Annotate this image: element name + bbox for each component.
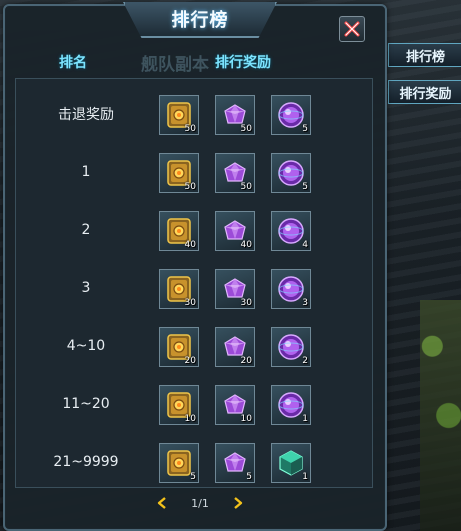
item-count: 5	[302, 182, 308, 192]
panel-title: 排行榜	[171, 10, 229, 31]
next-page-icon[interactable]	[231, 496, 245, 510]
reward-item-purple-orb[interactable]: 5	[271, 95, 311, 135]
reward-item-green-cube[interactable]: 1	[271, 443, 311, 483]
table-header: 排名 舰队副本 排行奖励	[15, 44, 375, 80]
background-foliage	[420, 300, 461, 531]
reward-item-gold-crate[interactable]: 20	[159, 327, 199, 367]
reward-item-purple-orb[interactable]: 4	[271, 211, 311, 251]
table-row: 2 40 40 4	[16, 201, 372, 259]
reward-item-gold-crate[interactable]: 40	[159, 211, 199, 251]
table-row: 11~20 10 10 1	[16, 375, 372, 433]
item-count: 10	[184, 414, 196, 424]
close-icon	[344, 21, 360, 37]
side-tab-ranking[interactable]: 排行榜	[388, 43, 461, 67]
rank-label: 11~20	[62, 396, 110, 412]
close-button[interactable]	[339, 16, 365, 42]
item-count: 5	[190, 472, 196, 482]
reward-item-gold-crate[interactable]: 10	[159, 385, 199, 425]
reward-item-gold-crate[interactable]: 30	[159, 269, 199, 309]
rank-label: 4~10	[66, 338, 106, 354]
table-row: 击退奖励 50 50 5	[16, 85, 372, 143]
item-count: 1	[302, 472, 308, 482]
rank-label: 2	[81, 222, 91, 238]
rank-label: 3	[81, 280, 91, 296]
table-row: 21~9999 5 5 1	[16, 433, 372, 491]
item-count: 1	[302, 414, 308, 424]
table-row: 1 50 50 5	[16, 143, 372, 201]
item-count: 2	[302, 356, 308, 366]
reward-item-purple-orb[interactable]: 5	[271, 153, 311, 193]
reward-item-purple-crystal[interactable]: 50	[215, 153, 255, 193]
prev-page-icon[interactable]	[155, 496, 169, 510]
rank-label: 击退奖励	[58, 107, 114, 123]
item-count: 3	[302, 298, 308, 308]
item-count: 50	[240, 182, 252, 192]
reward-item-purple-orb[interactable]: 1	[271, 385, 311, 425]
header-rank: 排名	[59, 55, 87, 71]
item-count: 4	[302, 240, 308, 250]
header-watermark: 舰队副本	[141, 54, 209, 75]
item-count: 5	[246, 472, 252, 482]
item-count: 50	[240, 124, 252, 134]
item-count: 30	[240, 298, 252, 308]
item-count: 50	[184, 124, 196, 134]
item-count: 40	[184, 240, 196, 250]
item-count: 30	[184, 298, 196, 308]
reward-item-purple-crystal[interactable]: 30	[215, 269, 255, 309]
title-tab: 排行榜	[123, 2, 277, 38]
page-number: 1/1	[191, 496, 209, 510]
header-reward: 排行奖励	[215, 55, 271, 71]
reward-item-purple-crystal[interactable]: 50	[215, 95, 255, 135]
pager: 1/1	[155, 492, 245, 514]
side-tab-rank-reward[interactable]: 排行奖励	[388, 80, 461, 104]
reward-item-purple-crystal[interactable]: 20	[215, 327, 255, 367]
reward-item-gold-crate[interactable]: 50	[159, 153, 199, 193]
reward-item-gold-crate[interactable]: 50	[159, 95, 199, 135]
reward-item-purple-orb[interactable]: 2	[271, 327, 311, 367]
reward-item-purple-crystal[interactable]: 40	[215, 211, 255, 251]
item-count: 10	[240, 414, 252, 424]
rank-label: 21~9999	[53, 454, 119, 470]
reward-item-gold-crate[interactable]: 5	[159, 443, 199, 483]
reward-item-purple-crystal[interactable]: 5	[215, 443, 255, 483]
item-count: 50	[184, 182, 196, 192]
item-count: 20	[184, 356, 196, 366]
reward-item-purple-orb[interactable]: 3	[271, 269, 311, 309]
ranking-panel: 排行榜 排名 舰队副本 排行奖励 击退奖励 50 50 5 1 50 50 5 2 40 40 4 3 3…	[3, 2, 387, 531]
item-count: 20	[240, 356, 252, 366]
rank-label: 1	[81, 164, 91, 180]
item-count: 40	[240, 240, 252, 250]
table-row: 3 30 30 3	[16, 259, 372, 317]
table-row: 4~10 20 20 2	[16, 317, 372, 375]
reward-table: 击退奖励 50 50 5 1 50 50 5 2 40 40 4 3 30 30 3 4~10 20 20 2 11~2…	[15, 78, 373, 488]
item-count: 5	[302, 124, 308, 134]
reward-item-purple-crystal[interactable]: 10	[215, 385, 255, 425]
